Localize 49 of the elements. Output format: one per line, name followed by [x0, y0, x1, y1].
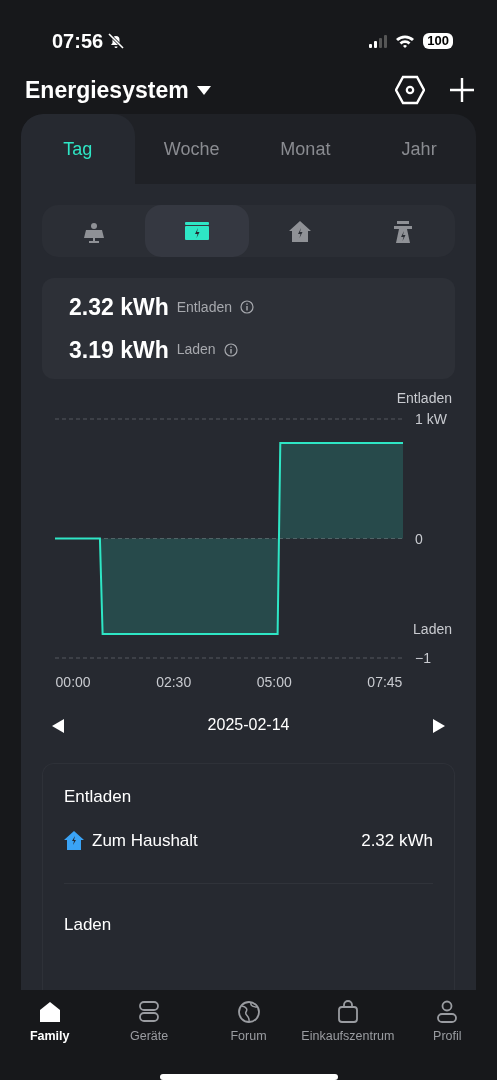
home-icon: [37, 1000, 62, 1024]
next-day-button[interactable]: [433, 717, 445, 733]
devices-icon: [137, 1000, 162, 1024]
x-axis-label: 07:45: [367, 674, 403, 690]
section-heading: Laden: [64, 914, 113, 936]
energy-label: Laden: [176, 340, 216, 360]
energy-value: 2.32 kWh: [69, 293, 169, 322]
direction-label: Laden: [413, 621, 452, 637]
house-icon: [288, 219, 313, 243]
globe-icon: [236, 1000, 261, 1024]
nav-tab[interactable]: Forum: [198, 1000, 299, 1060]
y-axis-label: 0: [415, 530, 423, 547]
energy-value: 3.19 kWh: [69, 335, 169, 365]
nav-tab[interactable]: Geräte: [99, 1000, 199, 1060]
source-tab[interactable]: [145, 205, 249, 257]
caret-icon: [196, 85, 211, 95]
nav-tab[interactable]: Family: [0, 1000, 100, 1060]
settings-icon[interactable]: [395, 75, 425, 105]
x-axis-label: 00:00: [55, 674, 91, 690]
energy-label: Entladen: [176, 297, 232, 317]
previous-day-button[interactable]: [52, 717, 64, 733]
x-axis-label: 05:00: [256, 674, 292, 690]
period-tab[interactable]: Jahr: [362, 114, 476, 184]
period-tab[interactable]: Woche: [134, 114, 249, 184]
period-tab[interactable]: Tag: [21, 114, 135, 184]
date-label: 2025-02-14: [207, 715, 290, 735]
nav-tab[interactable]: Profil: [397, 1000, 497, 1060]
nav-tab[interactable]: Einkaufszentrum: [298, 1000, 398, 1060]
shopping-bag-icon: [335, 1000, 360, 1024]
add-icon[interactable]: [449, 77, 475, 103]
profile-icon: [435, 1000, 460, 1024]
muted-bell-icon: [107, 32, 126, 50]
direction-label: Entladen: [396, 390, 452, 406]
flow-value: 2.32 kWh: [361, 829, 433, 852]
house-icon: [64, 830, 84, 850]
flow-label: Zum Haushalt: [92, 829, 198, 852]
system-dropdown[interactable]: Energiesystem: [25, 72, 211, 108]
wifi-icon: [395, 34, 416, 48]
info-icon[interactable]: [223, 342, 238, 357]
battery-level: 100: [423, 33, 453, 49]
y-axis-label: 1 kW: [415, 411, 447, 427]
clock-time: 07:56: [52, 29, 104, 54]
period-tab[interactable]: Monat: [248, 114, 363, 184]
signal-icon: [369, 34, 388, 48]
info-icon[interactable]: [240, 300, 254, 315]
x-axis-label: 02:30: [156, 674, 192, 690]
battery-icon: [184, 222, 209, 240]
section-heading: Entladen: [64, 786, 133, 808]
y-axis-label: −1: [415, 650, 431, 666]
